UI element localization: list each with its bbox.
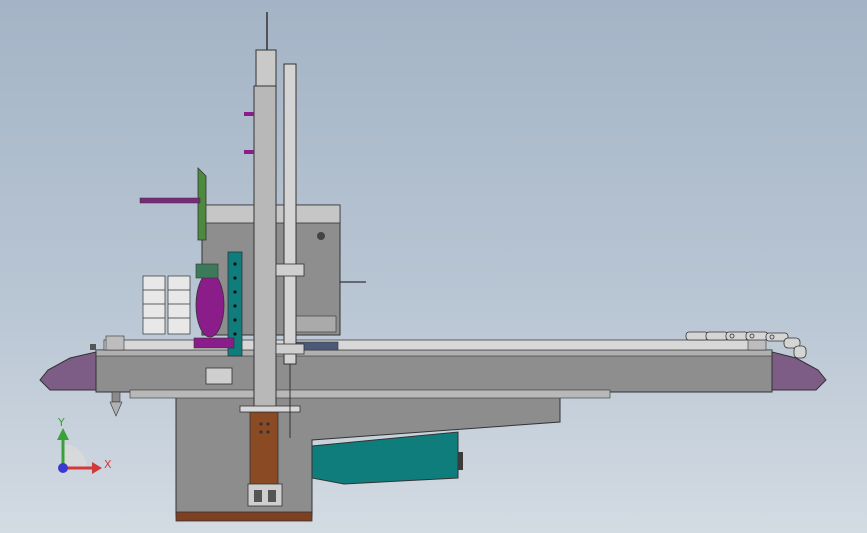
left-end-cap xyxy=(39,351,97,391)
teal-guard xyxy=(311,431,463,485)
axis-x-label: X xyxy=(104,458,112,471)
cad-viewport[interactable]: Y X xyxy=(0,0,867,533)
coordinate-triad: Y X xyxy=(57,416,112,474)
green-bracket xyxy=(139,167,207,241)
spindle-tool xyxy=(109,391,123,417)
vertical-lift-column xyxy=(247,409,283,507)
tool-magazine xyxy=(142,275,191,335)
axis-origin-icon xyxy=(63,444,87,468)
machine-model[interactable]: Y X xyxy=(0,0,867,533)
main-bed xyxy=(90,335,773,399)
axis-y-label: Y xyxy=(57,416,65,429)
